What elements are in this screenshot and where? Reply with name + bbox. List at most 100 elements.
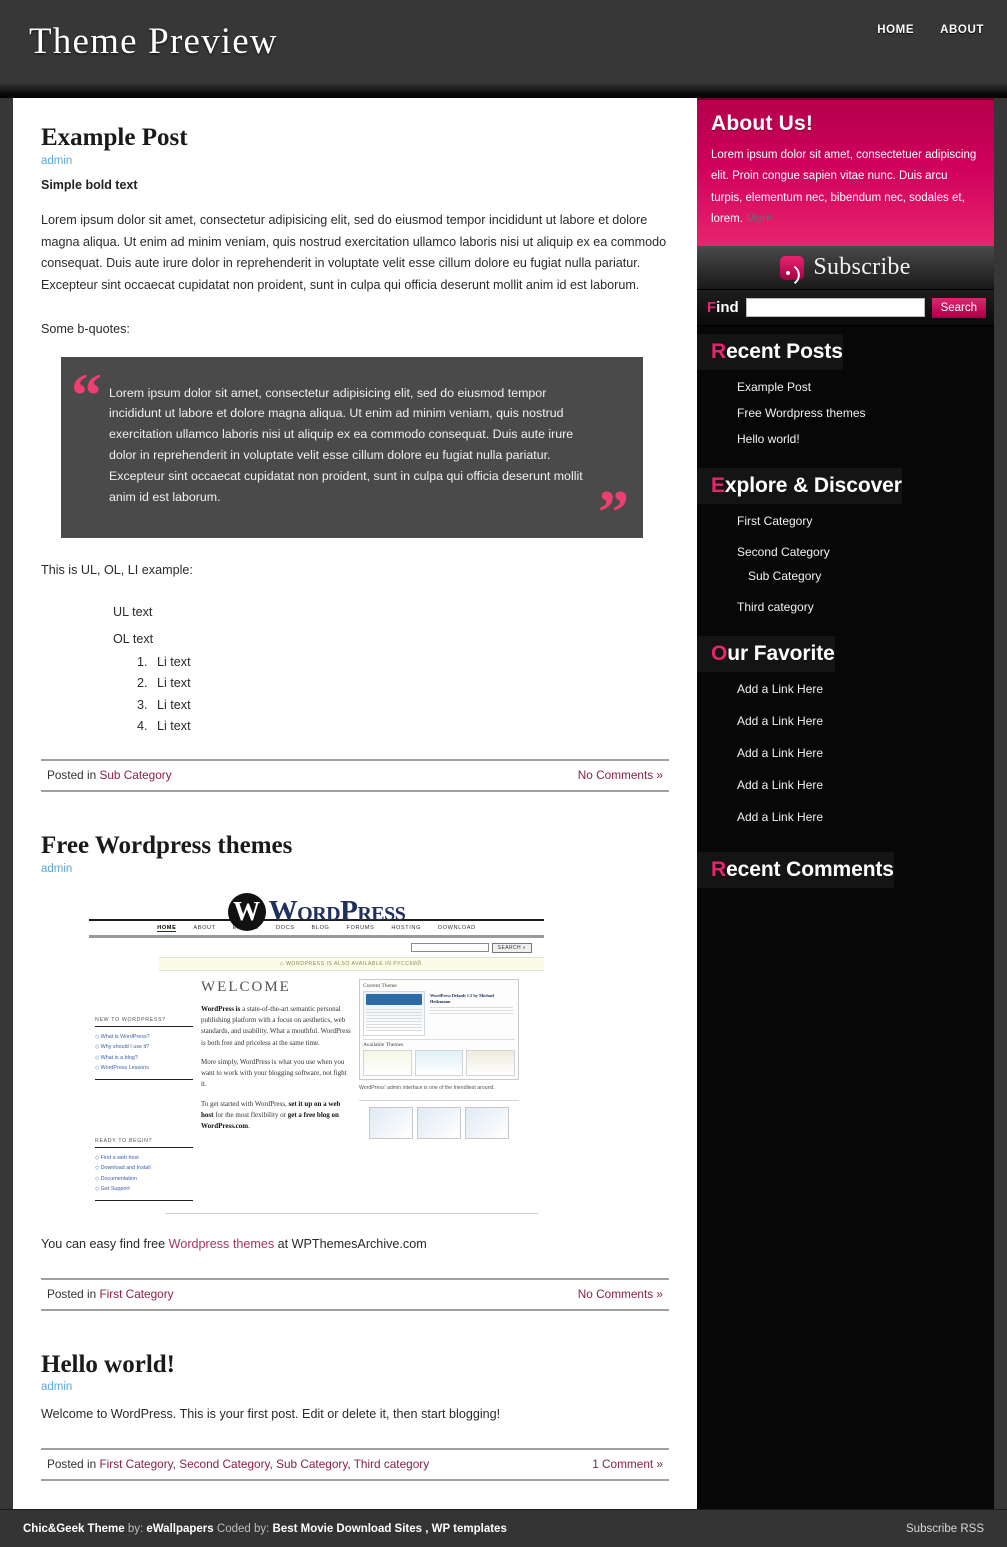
wp-nav-item: ABOUT [193,924,216,931]
subcategory-link[interactable]: Sub Category [748,569,821,583]
quote-open-icon: “ [71,361,102,430]
category-link-first-category[interactable]: First Category [99,1457,172,1471]
wp-side-item: ◇ Find a web host [95,1154,139,1161]
wp-p3a: To get started with WordPress, [201,1099,289,1108]
wp-nav-item: BLOG [311,924,330,931]
wordpress-themes-link[interactable]: Wordpress themes [169,1237,274,1251]
post-separator [41,1317,669,1343]
list-item: Third category [737,598,994,616]
comments-link[interactable]: No Comments » [578,1287,663,1301]
wp-p3c: for the most flexibility or [213,1111,288,1120]
category-link-third-category[interactable]: Third category [354,1457,429,1471]
list-item: Hello world! [737,430,994,448]
post-author-link[interactable]: admin [41,863,669,875]
comments-link[interactable]: 1 Comment » [592,1457,663,1471]
category-link[interactable]: Second Category [737,545,830,559]
wp-panel-row: WordPress Default 1.5 by Michael Heilema… [363,990,515,1036]
wp-side-item: ◇ Download and Install [95,1165,151,1172]
wp-theme-name: WordPress Default 1.5 by Michael Heilema… [430,992,495,1004]
widget-title-explore-discover: Explore & Discover [697,468,902,505]
recent-post-link[interactable]: Example Post [737,380,811,394]
list-item: Li text [151,653,669,673]
footer-by: by: [124,1522,147,1535]
widget-title-rest: ecent Posts [726,340,843,364]
widget-recent-comments: Recent Comments [697,844,994,900]
about-more-link[interactable]: More [746,213,772,225]
wp-search-row: SEARCH » [89,938,544,957]
post-author-link[interactable]: admin [41,1381,669,1393]
wp-panel-caption: WordPress' admin interface is one of the… [359,1084,495,1091]
list-item: Li text [151,674,669,694]
wp-nav-item: HOSTING [391,924,422,931]
favorite-link[interactable]: Add a Link Here [737,682,823,696]
wp-middle-column: WELCOME WordPress is a state-of-the-art … [201,979,351,1201]
wp-thumb [465,1106,509,1139]
list-item-sub: Sub Category [737,567,994,585]
post-meta: Posted in First Category No Comments » [41,1277,669,1311]
nav-item-home[interactable]: HOME [877,24,914,36]
category-link-first-category[interactable]: First Category [99,1287,173,1301]
category-link[interactable]: Third category [737,600,814,614]
wp-side-heading: READY TO BEGIN? [95,1138,193,1148]
post-meta-categories: Posted in First Category, Second Categor… [47,1457,429,1471]
post-meta-categories: Posted in Sub Category [47,768,172,782]
wp-side-item: ◇ What is WordPress? [95,1033,150,1040]
rss-icon [780,255,805,280]
wp-available-title: Available Themes [363,1038,515,1048]
list-item: Free Wordpress themes [737,404,994,422]
ul-item: UL text [113,605,153,620]
category-link-sub-category[interactable]: Sub Category [99,768,171,782]
page-root: Theme Preview HOME ABOUT Example Post ad… [0,0,1007,1547]
footer-rss-link[interactable]: Subscribe RSS [906,1523,984,1535]
search-button[interactable]: Search [931,297,986,318]
widget-title-recent-comments: Recent Comments [697,852,894,889]
wp-side-heading: NEW TO WORDPRESS? [95,1017,193,1027]
footer-coded-by: Coded by: [213,1522,273,1535]
wp-paragraph-3: To get started with WordPress, set it up… [201,1099,351,1133]
favorite-link[interactable]: Add a Link Here [737,810,823,824]
about-us-text: Lorem ipsum dolor sit amet, consectetuer… [711,145,980,230]
about-us-widget: About Us! Lorem ipsum dolor sit amet, co… [697,98,994,247]
nav-item-about[interactable]: ABOUT [940,24,984,36]
wp-para-bold: WordPress is [201,1004,241,1013]
subscribe-bar[interactable]: Subscribe [697,246,994,291]
wp-columns: NEW TO WORDPRESS? ◇ What is WordPress? ◇… [89,971,544,1207]
list-item: Second Category [737,543,994,561]
post-meta-categories: Posted in First Category [47,1287,174,1301]
post-free-wordpress-themes: Free Wordpress themes admin W WordPress … [41,832,669,1311]
widget-categories: Explore & Discover First Category Second… [697,460,994,628]
wordpress-logo-icon: W [227,892,266,931]
wp-spacer [95,1080,193,1138]
wp-nav-item: FORUMS [346,924,375,931]
comments-link[interactable]: No Comments » [578,768,663,782]
wp-welcome-heading: WELCOME [201,978,291,995]
favorite-link[interactable]: Add a Link Here [737,746,823,760]
footer-author-link[interactable]: eWallpapers [146,1523,213,1535]
wp-available-row [363,1049,516,1076]
recent-post-link[interactable]: Free Wordpress themes [737,406,866,420]
wp-theme-lines [364,1007,424,1035]
wp-side-list: ◇ Find a web host ◇ Download and Install… [95,1153,193,1195]
content-wrapper: Example Post admin Simple bold text Lore… [13,98,994,1510]
search-widget: Find Search [697,290,994,327]
quote-close-icon: ” [598,478,629,547]
wp-divider [359,1099,519,1101]
header-shadow [0,82,1007,98]
favorite-link[interactable]: Add a Link Here [737,778,823,792]
category-link[interactable]: First Category [737,514,812,528]
widget-title-first-letter: O [711,642,728,666]
post-author-link[interactable]: admin [41,155,669,167]
post-caption: You can easy find free Wordpress themes … [41,1234,669,1256]
wp-side-item: ◇ Get Support [95,1186,130,1193]
wp-nav-item: DOWNLOAD [438,924,476,931]
links-list: Add a Link Here Add a Link Here Add a Li… [697,680,994,826]
recent-post-link[interactable]: Hello world! [737,432,800,446]
category-link-sub-category[interactable]: Sub Category [276,1457,347,1471]
footer-coder2-link[interactable]: WP templates [432,1523,507,1535]
search-input[interactable] [745,298,925,318]
category-link-second-category[interactable]: Second Category [179,1457,269,1471]
footer-coder1-link[interactable]: Best Movie Download Sites [273,1523,423,1535]
wp-thumbnail-strip [359,1106,519,1139]
favorite-link[interactable]: Add a Link Here [737,714,823,728]
post-paragraph: Welcome to WordPress. This is your first… [41,1407,501,1422]
